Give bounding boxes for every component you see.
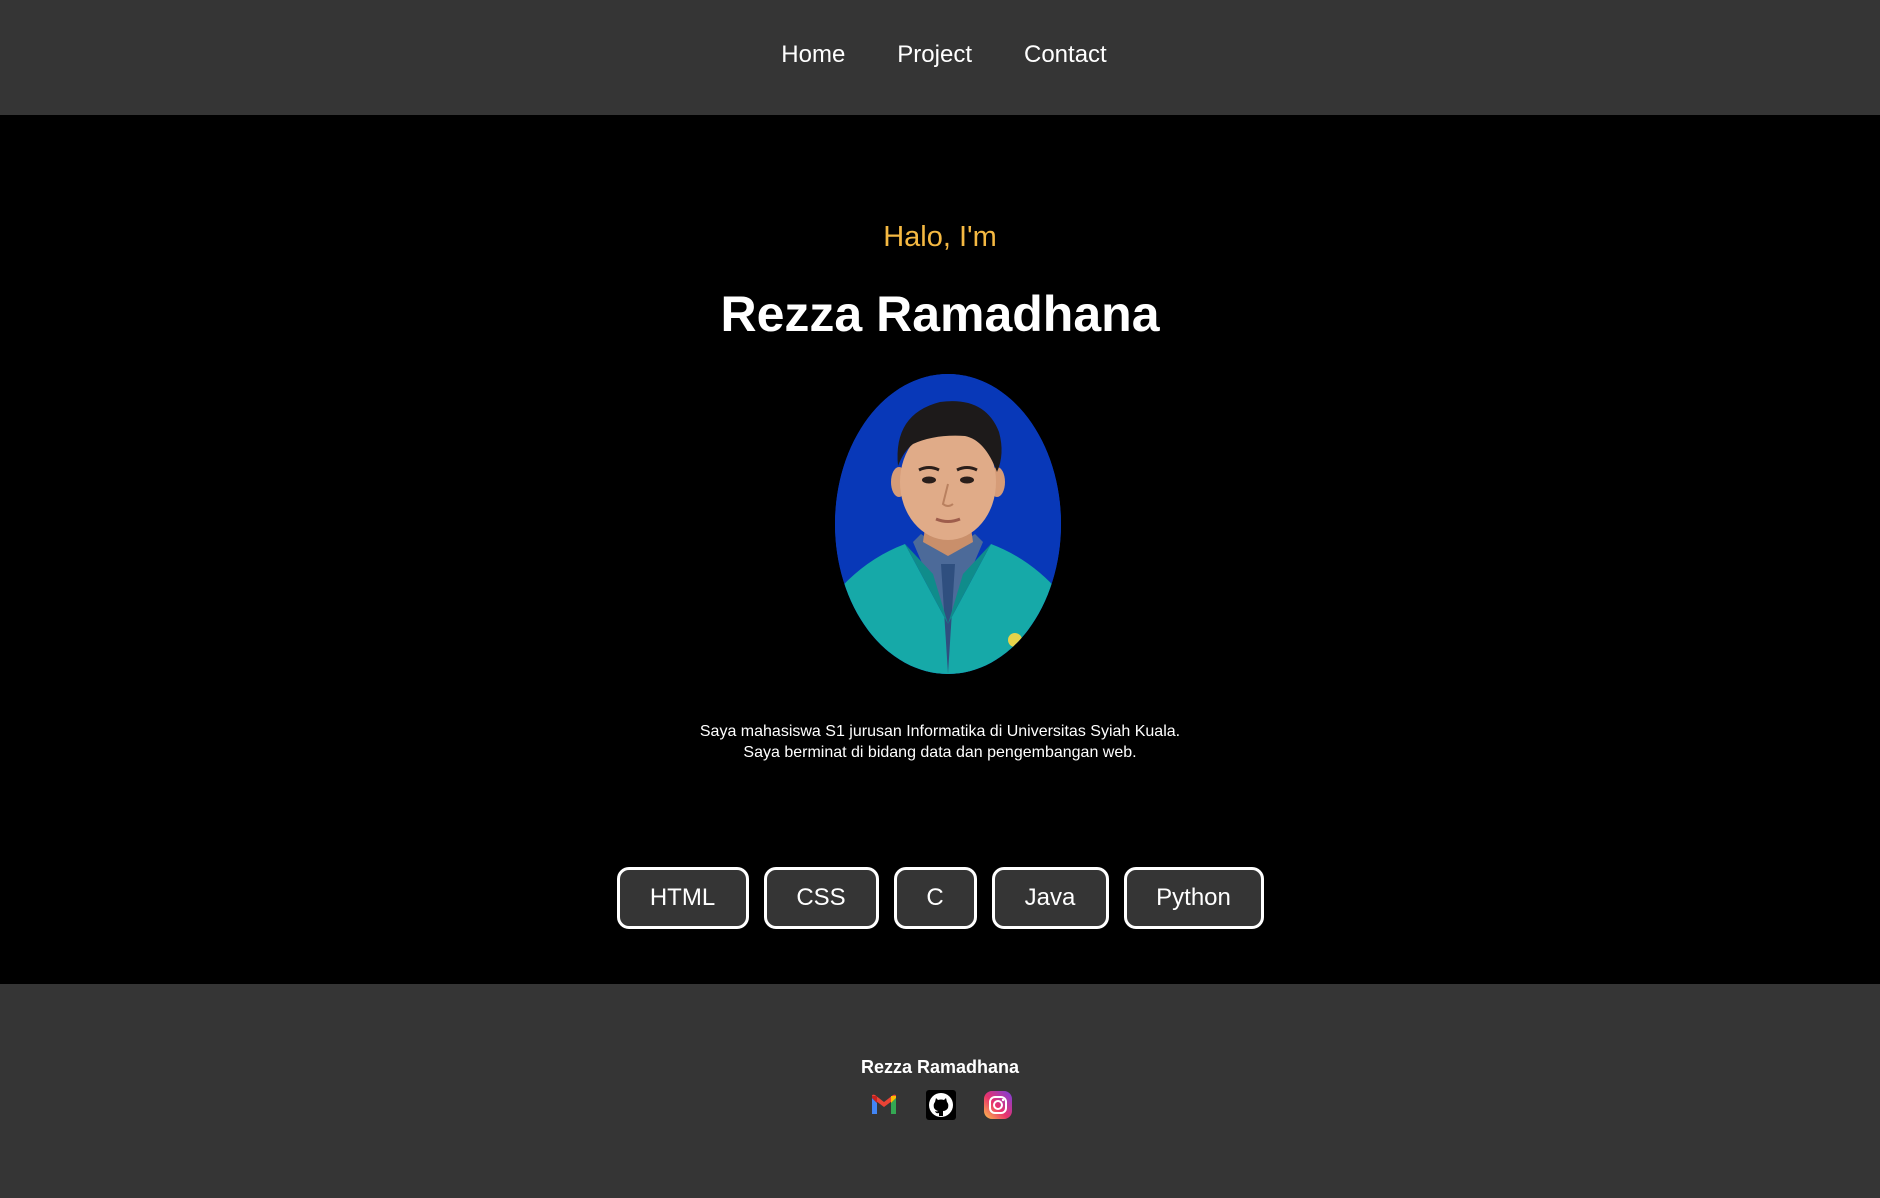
skill-badge-c[interactable]: C [893, 867, 977, 929]
hero-section: Halo, I'm Rezza Ramadhana Saya mahasiswa… [0, 115, 1880, 984]
top-navigation-bar: Home Project Contact [0, 0, 1880, 115]
footer-name: Rezza Ramadhana [860, 1057, 1020, 1077]
skill-badge-html[interactable]: HTML [616, 867, 749, 929]
main-nav: Home Project Contact [0, 0, 1880, 110]
nav-project-link[interactable]: Project [897, 41, 972, 69]
bio-text: Saya mahasiswa S1 jurusan Informatika di… [0, 721, 1880, 763]
social-links [0, 1090, 1880, 1120]
skills-list: HTML CSS C Java Python [0, 867, 1880, 929]
hero-name: Rezza Ramadhana [720, 286, 1160, 342]
nav-home-link[interactable]: Home [781, 41, 845, 69]
footer: Rezza Ramadhana [0, 984, 1880, 1198]
gmail-icon[interactable] [869, 1090, 899, 1120]
skill-badge-python[interactable]: Python [1123, 867, 1264, 929]
skill-badge-css[interactable]: CSS [763, 867, 879, 929]
bio-line-1: Saya mahasiswa S1 jurusan Informatika di… [699, 723, 1181, 740]
github-icon[interactable] [926, 1090, 956, 1120]
greeting-text: Halo, I'm [883, 221, 997, 253]
skill-badge-java[interactable]: Java [991, 867, 1109, 929]
instagram-icon[interactable] [983, 1090, 1013, 1120]
bio-line-2: Saya berminat di bidang data dan pengemb… [743, 744, 1137, 761]
profile-photo [835, 374, 1061, 674]
nav-contact-link[interactable]: Contact [1024, 41, 1107, 69]
